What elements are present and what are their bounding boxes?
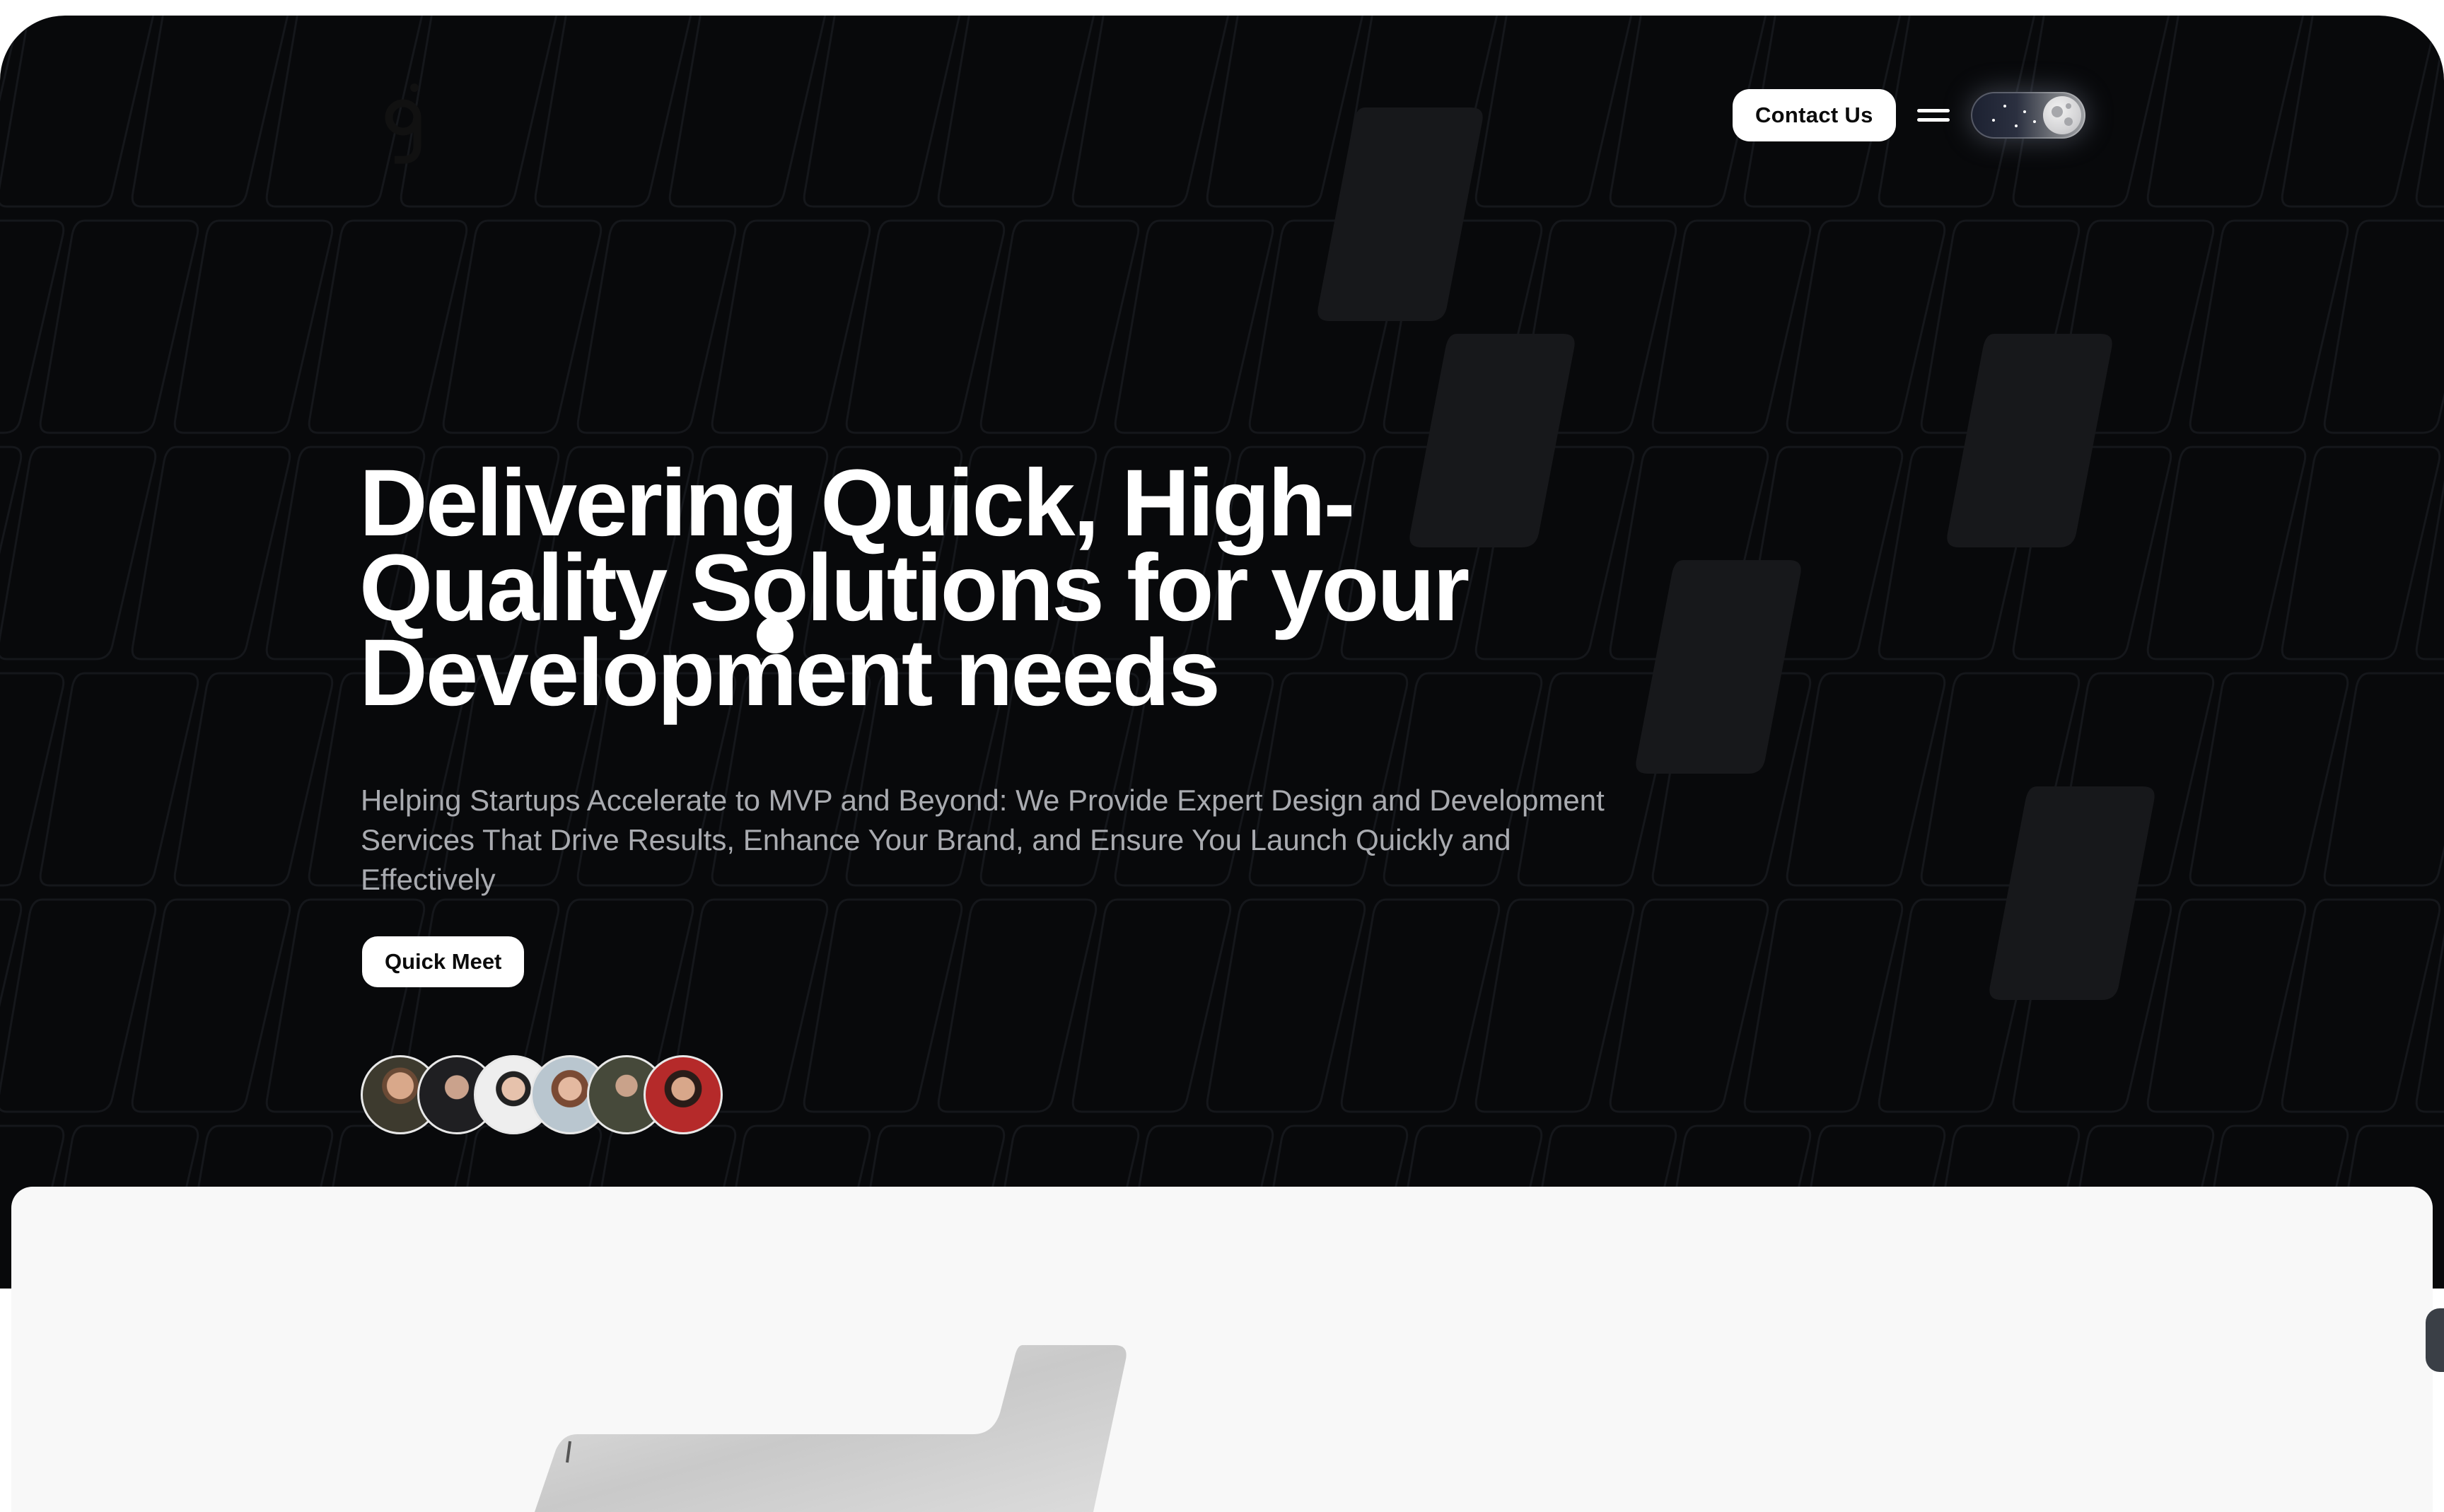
pattern-tile-outline xyxy=(1206,898,1366,1113)
pattern-tile-outline xyxy=(0,219,65,434)
mouse-cursor xyxy=(757,617,793,653)
menu-bar-bottom xyxy=(1916,118,1950,122)
pattern-tile-outline xyxy=(0,672,65,887)
pattern-tile-outline xyxy=(1743,898,1904,1113)
pattern-tile-outline xyxy=(0,446,157,661)
star-icon xyxy=(2003,105,2006,107)
pattern-tile-outline xyxy=(0,898,23,1008)
contact-us-button[interactable]: Contact Us xyxy=(1733,89,1896,141)
pattern-tile-outline xyxy=(173,219,334,434)
pattern-tile-outline xyxy=(803,898,963,1113)
pattern-tile-outline xyxy=(2281,898,2441,1113)
pattern-tile-highlight xyxy=(1947,334,2112,547)
pattern-tile-outline xyxy=(131,898,291,1113)
pattern-tile-outline xyxy=(1071,898,1232,1113)
pattern-tile-outline xyxy=(173,672,334,887)
pattern-tile-outline xyxy=(2146,898,2307,1113)
pattern-tile-outline xyxy=(576,219,737,434)
pattern-tile-outline xyxy=(0,898,157,1113)
star-icon xyxy=(2023,110,2026,113)
pattern-tile-outline xyxy=(2415,479,2444,661)
pattern-tile-outline xyxy=(711,219,871,434)
star-icon xyxy=(2032,120,2036,123)
pattern-tile-outline xyxy=(937,16,1095,208)
pattern-tile-outline xyxy=(39,672,199,887)
star-icon xyxy=(1991,119,1995,122)
pattern-tile-outline xyxy=(2146,446,2307,661)
pattern-tile-highlight xyxy=(1989,786,2155,1000)
pattern-tile-outline xyxy=(0,16,21,103)
brand-logo-icon[interactable] xyxy=(382,81,431,165)
pattern-tile-outline xyxy=(803,16,961,208)
pattern-tile-outline xyxy=(39,219,199,434)
pattern-tile-outline xyxy=(2189,672,2349,887)
hamburger-menu-icon[interactable] xyxy=(1916,105,1950,126)
moon-icon xyxy=(2042,96,2081,134)
side-feedback-tab[interactable] xyxy=(2426,1308,2444,1372)
moon-crater xyxy=(2064,117,2073,126)
pattern-tile-outline xyxy=(1474,16,1633,208)
pattern-tile-outline xyxy=(0,16,155,208)
pattern-tile-outline xyxy=(1340,898,1501,1113)
hero-title: Delivering Quick, High- Quality Solution… xyxy=(359,456,1561,721)
pattern-tile-outline xyxy=(668,16,827,208)
team-avatar-group xyxy=(361,1055,723,1134)
pattern-tile-outline xyxy=(0,446,23,555)
pattern-tile-outline xyxy=(1071,16,1230,208)
pattern-tile-outline xyxy=(2415,932,2444,1113)
pattern-tile-outline xyxy=(2281,16,2439,208)
lower-content-section xyxy=(11,1187,2433,1512)
pattern-tile-outline xyxy=(937,898,1098,1113)
pattern-tile-outline xyxy=(2189,219,2349,434)
pattern-tile-outline xyxy=(1474,898,1635,1113)
pattern-tile-outline xyxy=(131,16,289,208)
pattern-tile-outline xyxy=(979,219,1140,434)
showcase-image xyxy=(535,1345,1127,1512)
hero-subtitle: Helping Startups Accelerate to MVP and B… xyxy=(361,784,1605,896)
pattern-tile-outline xyxy=(1651,219,1812,434)
top-nav: Contact Us xyxy=(1733,89,2085,141)
star-icon xyxy=(2014,124,2018,127)
pattern-tile-outline xyxy=(131,446,291,661)
avatar xyxy=(644,1055,723,1134)
moon-crater xyxy=(2065,103,2071,109)
quick-meet-button[interactable]: Quick Meet xyxy=(362,936,525,987)
pattern-tile-outline xyxy=(1114,219,1274,434)
pattern-tile-outline xyxy=(845,219,1006,434)
pattern-tile-highlight xyxy=(1636,560,1801,774)
pattern-tile-outline xyxy=(534,16,692,208)
menu-bar-top xyxy=(1916,109,1950,112)
pattern-tile-outline xyxy=(2281,446,2441,661)
pattern-tile-outline xyxy=(2146,16,2305,208)
dark-mode-toggle[interactable] xyxy=(1970,92,2085,139)
moon-crater xyxy=(2051,106,2063,117)
pattern-tile-outline xyxy=(1609,898,1769,1113)
pattern-tile-outline xyxy=(308,219,468,434)
pattern-tile-outline xyxy=(1206,16,1364,208)
pattern-tile-outline xyxy=(1786,672,1946,887)
pattern-tile-highlight xyxy=(1317,107,1483,321)
pattern-tile-outline xyxy=(442,219,603,434)
hero-section: Contact Us Delivering Quick, High- Quali… xyxy=(0,16,2444,1289)
pattern-tile-outline xyxy=(1786,219,1946,434)
